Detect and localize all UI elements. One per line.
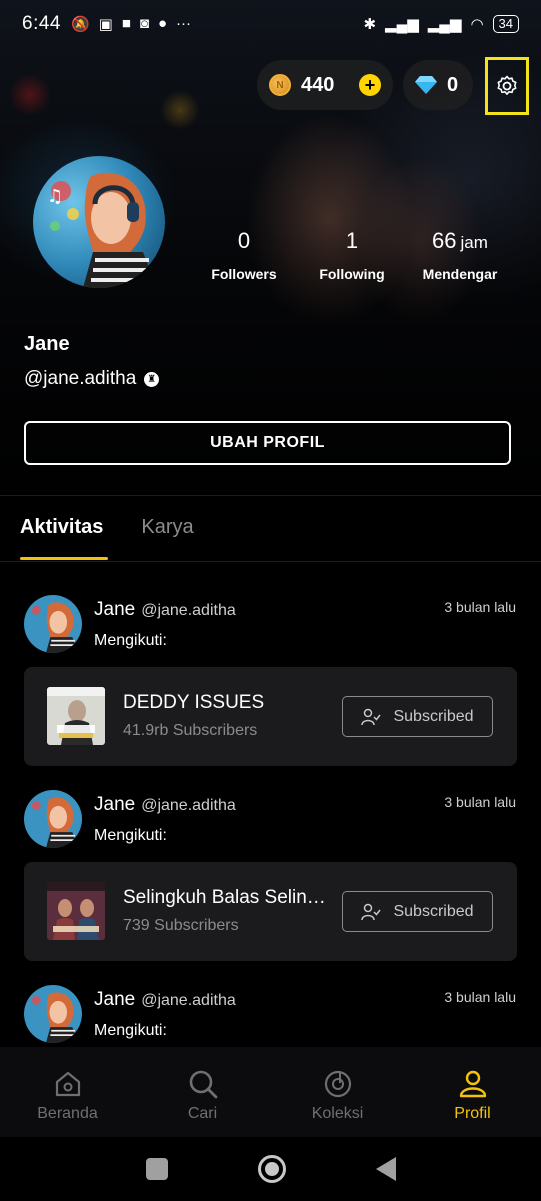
gem-count: 0 — [447, 73, 459, 96]
wifi-icon: ◠ — [470, 16, 484, 33]
profile-avatar[interactable]: ♫ — [33, 156, 165, 288]
activity-user[interactable]: Jane @jane.aditha — [94, 599, 236, 621]
edit-profile-button[interactable]: UBAH PROFIL — [24, 421, 511, 465]
avatar-photo: ♫ — [33, 156, 165, 288]
profile-handle-text: @jane.aditha — [24, 368, 137, 389]
recents-button[interactable] — [145, 1158, 168, 1180]
activity-time: 3 bulan lalu — [444, 794, 516, 810]
activity-action: Mengikuti: — [94, 632, 167, 649]
avatar-photo — [24, 985, 82, 1043]
following-label: Following — [319, 266, 385, 282]
profile-name: Jane — [24, 333, 70, 355]
nav-cari[interactable]: Cari — [135, 1047, 270, 1137]
series-cover — [47, 687, 105, 745]
gear-icon — [497, 75, 517, 95]
activity-user[interactable]: Jane @jane.aditha — [94, 794, 236, 816]
subscribed-button[interactable]: Subscribed — [342, 696, 493, 737]
series-subscribers: 41.9rb Subscribers — [123, 722, 258, 739]
series-title: Selingkuh Balas Selingkuh — [123, 887, 328, 908]
activity-action: Mengikuti: — [94, 1022, 167, 1039]
battery-icon: 34 — [492, 15, 519, 33]
series-card[interactable]: DEDDY ISSUES 41.9rb Subscribers Subscrib… — [24, 667, 517, 766]
app-icon: ◙ — [139, 15, 149, 32]
search-icon — [135, 1067, 270, 1101]
nav-label: Cari — [187, 1105, 218, 1122]
followers-count: 0 — [237, 228, 251, 253]
coin-count: 440 — [301, 73, 335, 96]
badge-icon: ♜ — [144, 371, 160, 387]
signal-2-icon: ▂▄▆ — [427, 16, 462, 33]
avatar-photo — [24, 790, 82, 848]
coin-balance[interactable]: N 440 + — [257, 60, 393, 110]
profile-handle: @jane.aditha ♜ — [24, 368, 160, 390]
cover-image — [47, 687, 105, 745]
tab-karya[interactable]: Karya — [141, 516, 193, 539]
avatar-photo — [24, 595, 82, 653]
series-title: DEDDY ISSUES — [123, 692, 265, 713]
activity-item: Jane @jane.aditha 3 bulan lalu Mengikuti:… — [0, 580, 541, 775]
tab-aktivitas[interactable]: Aktivitas — [20, 516, 103, 539]
series-subscribers: 739 Subscribers — [123, 917, 239, 934]
series-cover — [47, 882, 105, 940]
divider — [0, 561, 541, 562]
gem-balance[interactable]: 0 — [403, 60, 473, 110]
following-count: 1 — [345, 228, 359, 253]
active-tab-indicator — [20, 557, 108, 560]
collection-icon — [270, 1067, 405, 1101]
series-card[interactable]: Selingkuh Balas Selingkuh 739 Subscriber… — [24, 862, 517, 961]
mute-icon: 🔕 — [70, 16, 90, 33]
activity-avatar[interactable] — [24, 595, 82, 653]
nav-profil[interactable]: Profil — [405, 1047, 540, 1137]
subscribed-button[interactable]: Subscribed — [342, 891, 493, 932]
chat-icon: ● — [157, 15, 168, 32]
activity-avatar[interactable] — [24, 985, 82, 1043]
home-icon — [0, 1067, 135, 1101]
nav-koleksi[interactable]: Koleksi — [270, 1047, 405, 1137]
add-coins-button[interactable]: + — [359, 74, 381, 96]
nav-beranda[interactable]: Beranda — [0, 1047, 135, 1137]
video-icon: ■ — [121, 15, 131, 32]
nfc-icon: ▣ — [98, 16, 113, 33]
bluetooth-icon: ✱ — [363, 16, 377, 33]
profile-icon — [405, 1067, 540, 1101]
back-button[interactable] — [375, 1157, 396, 1181]
listening-hours: 66 jam — [432, 228, 488, 253]
status-time: 6:44 — [22, 13, 61, 34]
nav-label: Profil — [454, 1105, 491, 1122]
listening-label: Mendengar — [422, 266, 498, 282]
svg-text:♫: ♫ — [47, 186, 63, 207]
more-notifications-icon: ··· — [176, 15, 192, 32]
subscribed-label: Subscribed — [393, 707, 474, 725]
bottom-navigation: Beranda Cari Koleksi Profil — [0, 1047, 541, 1137]
diamond-icon — [415, 76, 437, 94]
activity-time: 3 bulan lalu — [444, 989, 516, 1005]
divider — [0, 495, 541, 496]
status-bar: 6:44 🔕 ▣ ■ ◙ ● ··· ✱ ▂▄▆ ▂▄▆ ◠ 34 — [0, 0, 541, 48]
home-button[interactable] — [257, 1155, 286, 1183]
activity-avatar[interactable] — [24, 790, 82, 848]
nav-label: Koleksi — [311, 1105, 364, 1122]
stat-listening: 66 jam Mendengar — [406, 228, 514, 282]
profile-tabs: Aktivitas Karya — [20, 516, 194, 539]
coin-icon: N — [269, 74, 291, 96]
system-navigation — [0, 1137, 541, 1201]
system-icons: ✱ ▂▄▆ ▂▄▆ ◠ 34 — [363, 15, 519, 33]
user-check-icon — [361, 903, 382, 920]
stat-following[interactable]: 1 Following — [298, 228, 406, 282]
subscribed-label: Subscribed — [393, 902, 474, 920]
profile-stats: 0 Followers 1 Following 66 jam Mendengar — [190, 228, 530, 282]
activity-item: Jane @jane.aditha 3 bulan lalu Mengikuti:… — [0, 775, 541, 970]
activity-action: Mengikuti: — [94, 827, 167, 844]
nav-label: Beranda — [37, 1105, 98, 1122]
followers-label: Followers — [211, 266, 277, 282]
signal-icon: ▂▄▆ — [385, 16, 419, 33]
cover-image — [47, 882, 105, 940]
activity-time: 3 bulan lalu — [444, 599, 516, 615]
settings-button[interactable] — [485, 57, 529, 115]
notification-icons: 🔕 ▣ ■ ◙ ● ··· — [71, 15, 191, 33]
stat-followers[interactable]: 0 Followers — [190, 228, 298, 282]
user-check-icon — [361, 708, 382, 725]
activity-user[interactable]: Jane @jane.aditha — [94, 989, 236, 1011]
